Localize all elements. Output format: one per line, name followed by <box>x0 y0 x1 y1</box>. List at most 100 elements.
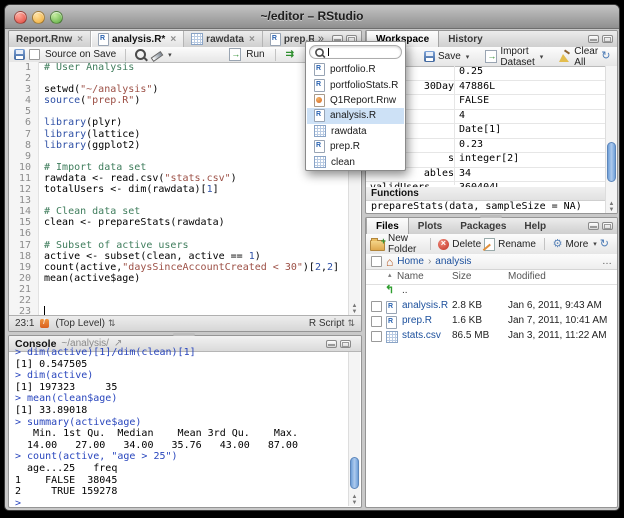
refresh-icon[interactable]: ↻ <box>601 51 610 62</box>
file-row[interactable]: prep.R1.6 KBJan 7, 2011, 10:41 AM <box>366 314 617 329</box>
file-row[interactable]: ↰.. <box>366 284 617 299</box>
popup-item-portfolio-r[interactable]: portfolio.R <box>307 62 404 77</box>
home-icon[interactable]: ⌂ <box>386 257 393 267</box>
popup-item-q1report-rnw[interactable]: Q1Report.Rnw <box>307 93 404 108</box>
new-folder-button[interactable]: New Folder <box>388 233 422 255</box>
function-scope-icon <box>40 319 49 328</box>
line-number: 21 <box>9 284 39 295</box>
file-name[interactable]: .. <box>402 285 408 296</box>
popup-item-clean[interactable]: clean <box>307 154 404 169</box>
tab-plots[interactable]: Plots <box>409 218 451 234</box>
maximize-pane-icon[interactable] <box>602 35 613 43</box>
clear-all-button[interactable]: Clear All <box>574 46 598 68</box>
import-dataset-icon[interactable] <box>485 50 497 63</box>
popup-item-analysis-r[interactable]: analysis.R <box>307 108 404 123</box>
sort-ascending-icon[interactable]: ▴ <box>388 271 392 279</box>
popup-item-portfoliostats-r[interactable]: portfolioStats.R <box>307 77 404 92</box>
minimize-pane-icon[interactable] <box>588 35 599 43</box>
tab-history[interactable]: History <box>439 31 491 47</box>
tab-help[interactable]: Help <box>515 218 555 234</box>
console-line: > summary(active$age) <box>15 417 349 429</box>
rerun-icon[interactable]: ⇉ <box>286 49 294 60</box>
workspace-scroll-arrows[interactable]: ▲▼ <box>606 201 617 213</box>
close-icon[interactable]: × <box>249 34 255 45</box>
console-scroll-thumb[interactable] <box>350 457 359 489</box>
tab-packages[interactable]: Packages <box>451 218 515 234</box>
tab-files[interactable]: Files <box>366 218 409 234</box>
wand-dropdown-icon[interactable]: ▾ <box>168 51 172 59</box>
workspace-scrollbar[interactable]: ▲▼ <box>605 66 617 213</box>
code-tools-wand-icon[interactable] <box>150 49 162 61</box>
popup-item-label: Q1Report.Rnw <box>330 95 396 106</box>
rename-button[interactable]: Rename <box>498 239 536 250</box>
save-icon[interactable] <box>14 49 25 60</box>
new-folder-icon[interactable] <box>370 240 385 251</box>
close-icon[interactable]: × <box>77 34 83 45</box>
breadcrumb-separator: › <box>428 256 431 267</box>
workspace-column-divider <box>454 66 455 185</box>
popup-search-input[interactable] <box>309 45 402 59</box>
rename-icon[interactable] <box>484 238 495 251</box>
workspace-var-value: 0.23 <box>459 139 483 150</box>
column-size[interactable]: Size <box>452 271 471 282</box>
function-signature[interactable]: prepareStats(data, sampleSize = NA) <box>366 201 617 212</box>
code-editor[interactable]: 1# User Analysis23setwd("~/analysis")4so… <box>9 62 349 315</box>
line-number: 17 <box>9 240 39 251</box>
horizontal-splitter[interactable] <box>173 333 195 336</box>
file-name-link[interactable]: stats.csv <box>402 330 441 341</box>
horizontal-splitter[interactable] <box>480 215 502 218</box>
file-row[interactable]: analysis.R2.8 KBJan 6, 2011, 9:43 AM <box>366 299 617 314</box>
breadcrumb-more-icon[interactable]: … <box>602 256 612 267</box>
breadcrumb-folder[interactable]: analysis <box>435 256 471 267</box>
up-directory-icon[interactable]: ↰ <box>385 285 394 295</box>
breadcrumb-home[interactable]: Home <box>397 256 424 267</box>
popup-item-rawdata[interactable]: rawdata <box>307 124 404 139</box>
workspace-var-value: Date[1] <box>459 124 501 135</box>
console-scroll-arrows[interactable]: ▲▼ <box>349 494 360 506</box>
file-name-link[interactable]: analysis.R <box>402 300 448 311</box>
console-line: 14.00 27.00 34.00 35.76 43.00 87.00 <box>15 440 349 452</box>
scope-selector[interactable]: (Top Level)⇅ <box>55 318 115 329</box>
editor-scroll-arrows[interactable]: ▲▼ <box>349 303 360 315</box>
file-checkbox[interactable] <box>371 316 382 327</box>
source-on-save-checkbox[interactable] <box>29 49 40 60</box>
minimize-pane-icon[interactable] <box>588 222 599 230</box>
file-size: 86.5 MB <box>452 330 489 341</box>
gear-icon[interactable]: ⚙ <box>553 239 563 250</box>
delete-button[interactable]: Delete <box>452 239 481 250</box>
column-name[interactable]: Name <box>397 271 424 282</box>
save-workspace-icon[interactable] <box>424 51 435 62</box>
column-modified[interactable]: Modified <box>508 271 546 282</box>
console-scrollbar[interactable]: ▲▼ <box>348 352 360 506</box>
console-output[interactable]: > dim(active)[1]/dim(clean)[1][1] 0.5475… <box>9 347 349 507</box>
close-icon[interactable]: × <box>170 34 176 45</box>
console-line: > mean(clean$age) <box>15 393 349 405</box>
titlebar[interactable]: ~/editor – RStudio <box>5 5 619 29</box>
more-button[interactable]: More <box>565 239 588 250</box>
delete-icon[interactable] <box>438 239 449 250</box>
import-dataset-button[interactable]: Import Dataset <box>500 46 534 68</box>
save-dropdown-icon[interactable]: ▾ <box>466 53 470 61</box>
import-dropdown-icon[interactable]: ▾ <box>540 53 544 61</box>
line-number: 14 <box>9 206 39 217</box>
line-number: 7 <box>9 129 39 140</box>
editor-tab-analysis-r[interactable]: analysis.R*× <box>91 31 184 47</box>
file-row[interactable]: stats.csv86.5 MBJan 3, 2011, 11:22 AM <box>366 329 617 344</box>
save-button[interactable]: Save <box>438 51 461 62</box>
run-icon[interactable] <box>229 48 241 61</box>
file-checkbox[interactable] <box>371 331 382 342</box>
file-type-selector[interactable]: R Script⇅ <box>309 318 355 329</box>
select-all-checkbox[interactable] <box>371 256 382 267</box>
clear-all-broom-icon[interactable] <box>559 51 571 63</box>
editor-tab-report-rnw[interactable]: Report.Rnw× <box>9 31 91 47</box>
file-name-link[interactable]: prep.R <box>402 315 432 326</box>
workspace-scroll-thumb[interactable] <box>607 142 616 182</box>
file-checkbox[interactable] <box>371 301 382 312</box>
run-button[interactable]: Run <box>246 49 264 60</box>
maximize-pane-icon[interactable] <box>602 222 613 230</box>
popup-item-prep-r[interactable]: prep.R <box>307 139 404 154</box>
editor-tab-rawdata[interactable]: rawdata× <box>184 31 263 47</box>
refresh-icon[interactable]: ↻ <box>600 239 609 250</box>
search-icon[interactable] <box>135 49 146 60</box>
more-dropdown-icon[interactable]: ▾ <box>593 240 597 248</box>
